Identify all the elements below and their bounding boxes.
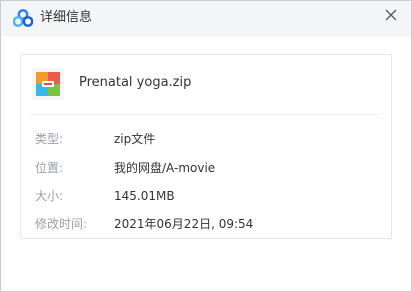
file-info-card: Prenatal yoga.zip 类型: zip文件 位置: 我的网盘/A-m… bbox=[20, 54, 392, 239]
location-label: 位置: bbox=[35, 161, 64, 175]
close-icon bbox=[385, 9, 397, 21]
type-label: 类型: bbox=[35, 132, 64, 146]
dialog-title: 详细信息 bbox=[40, 10, 93, 25]
location-value: 我的网盘/A-movie bbox=[114, 161, 216, 175]
close-button[interactable] bbox=[379, 4, 403, 26]
size-value: 145.01MB bbox=[114, 189, 175, 203]
type-value: zip文件 bbox=[114, 132, 156, 146]
detail-row-location: 位置: 我的网盘/A-movie bbox=[35, 160, 380, 176]
size-label: 大小: bbox=[35, 189, 64, 203]
modified-time-label: 修改时间: bbox=[35, 217, 88, 231]
detail-row-size: 大小: 145.01MB bbox=[35, 188, 380, 204]
detail-row-type: 类型: zip文件 bbox=[35, 131, 380, 147]
file-name: Prenatal yoga.zip bbox=[79, 75, 192, 90]
modified-time-value: 2021年06月22日, 09:54 bbox=[114, 217, 254, 231]
divider bbox=[31, 114, 381, 115]
detail-row-modified: 修改时间: 2021年06月22日, 09:54 bbox=[35, 216, 380, 232]
baidu-netdisk-logo-icon bbox=[13, 9, 33, 27]
zip-archive-icon bbox=[32, 68, 64, 100]
details-dialog: 详细信息 Prenatal yoga.zip 类型: zip文件 位置: 我的网… bbox=[0, 0, 412, 292]
title-bar: 详细信息 bbox=[1, 1, 411, 37]
